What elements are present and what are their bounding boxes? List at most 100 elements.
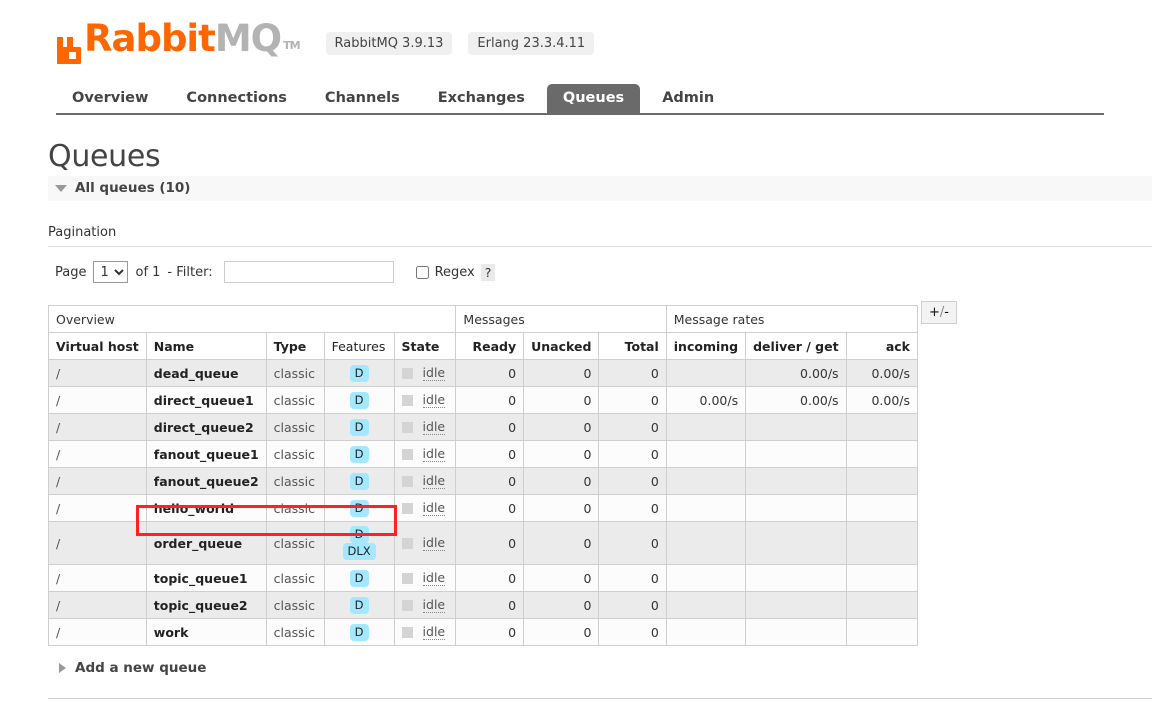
column-header-total[interactable]: Total — [598, 332, 667, 360]
state-square-icon — [401, 626, 413, 638]
queue-name-link[interactable]: direct_queue1 — [154, 393, 254, 408]
column-header-ready[interactable]: Ready — [455, 332, 525, 360]
cell-incoming — [665, 467, 747, 495]
column-header-state[interactable]: State — [393, 332, 457, 360]
cell-ready: 0 — [455, 521, 525, 565]
help-icon[interactable]: ? — [480, 263, 496, 281]
state-label: idle — [422, 623, 446, 640]
state-label: idle — [422, 364, 446, 381]
queue-name-link[interactable]: topic_queue2 — [154, 598, 248, 613]
pagination-controls: Page 1 of 1 - Filter: Regex ? — [55, 261, 1160, 283]
cell-deliver-get: 0.00/s — [745, 386, 847, 414]
state-square-icon — [401, 367, 413, 379]
queue-name-link[interactable]: work — [154, 625, 189, 640]
cell-queue-name[interactable]: work — [145, 618, 267, 646]
cell-queue-name[interactable]: fanout_queue1 — [145, 440, 267, 468]
queue-name-link[interactable]: order_queue — [154, 536, 242, 551]
tab-queues[interactable]: Queues — [546, 84, 641, 113]
state-indicator: idle — [401, 500, 449, 516]
page-label: Page — [55, 264, 87, 280]
table-row: / order_queue classic DDLX idle 0 0 0 — [48, 521, 919, 565]
column-header-deliver-get[interactable]: deliver / get — [745, 332, 847, 360]
cell-total: 0 — [598, 386, 667, 414]
cell-queue-name[interactable]: dead_queue — [145, 359, 267, 387]
main-navigation: Overview Connections Channels Exchanges Queu… — [56, 84, 1104, 115]
state-indicator: idle — [401, 364, 449, 381]
rabbitmq-management-page: RabbitMQ TM RabbitMQ 3.9.13 Erlang 23.3.4… — [0, 0, 1160, 710]
all-queues-section-header[interactable]: All queues (10) — [48, 176, 1152, 201]
cell-ready: 0 — [455, 494, 525, 522]
queue-name-link[interactable]: topic_queue1 — [154, 571, 248, 586]
state-label: idle — [422, 445, 446, 462]
filter-input[interactable] — [223, 261, 394, 283]
column-header-virtual-host[interactable]: Virtual host — [48, 332, 147, 360]
filter-label: - Filter: — [167, 264, 213, 280]
cell-unacked: 0 — [523, 440, 600, 468]
tab-connections[interactable]: Connections — [170, 84, 303, 113]
cell-unacked: 0 — [523, 521, 600, 565]
tab-exchanges[interactable]: Exchanges — [422, 84, 541, 113]
column-header-type[interactable]: Type — [265, 332, 325, 360]
group-header-overview: Overview — [47, 305, 457, 333]
cell-total: 0 — [598, 564, 667, 592]
state-label: idle — [422, 569, 446, 586]
cell-queue-name[interactable]: topic_queue1 — [145, 564, 267, 592]
queue-name-link[interactable]: fanout_queue2 — [154, 474, 259, 489]
feature-badge-d: D — [349, 391, 369, 409]
group-header-message-rates: Message rates — [665, 305, 919, 333]
chevron-down-icon[interactable] — [55, 184, 67, 192]
feature-badge-d: D — [349, 418, 369, 436]
cell-queue-name[interactable]: order_queue — [145, 521, 267, 565]
table-row: / work classic Didle 0 0 0 — [48, 618, 919, 646]
cell-ready: 0 — [455, 591, 525, 619]
cell-ack — [845, 618, 919, 646]
regex-checkbox[interactable] — [415, 265, 429, 279]
cell-state: idle — [393, 494, 457, 522]
cell-queue-name[interactable]: topic_queue2 — [145, 591, 267, 619]
queue-name-link[interactable]: dead_queue — [154, 366, 239, 381]
feature-badge-d: D — [349, 623, 369, 641]
cell-ack: 0.00/s — [845, 359, 919, 387]
cell-deliver-get — [745, 467, 847, 495]
tab-admin[interactable]: Admin — [646, 84, 730, 113]
queue-name-link[interactable]: hello_world — [154, 501, 234, 516]
column-header-features: Features — [323, 332, 395, 360]
tab-channels[interactable]: Channels — [309, 84, 416, 113]
cell-queue-type: classic — [265, 440, 325, 468]
state-indicator: idle — [401, 623, 449, 640]
page-select[interactable]: 1 — [93, 261, 129, 283]
cell-features: D — [323, 494, 395, 522]
state-square-icon — [401, 537, 413, 549]
queue-name-link[interactable]: direct_queue2 — [154, 420, 254, 435]
table-row: / direct_queue2 classic Didle 0 0 0 — [48, 413, 919, 441]
feature-badge-dlx: DLX — [342, 543, 376, 560]
cell-deliver-get — [745, 440, 847, 468]
cell-features: D — [323, 618, 395, 646]
toggle-columns-button[interactable]: +/- — [921, 301, 957, 324]
cell-queue-type: classic — [265, 618, 325, 646]
tab-overview[interactable]: Overview — [56, 84, 164, 113]
cell-queue-name[interactable]: direct_queue1 — [145, 386, 267, 414]
state-indicator: idle — [401, 534, 449, 551]
column-header-name[interactable]: Name — [145, 332, 267, 360]
rabbitmq-logo[interactable]: RabbitMQ TM — [56, 20, 301, 65]
column-header-incoming[interactable]: incoming — [665, 332, 747, 360]
cell-queue-name[interactable]: direct_queue2 — [145, 413, 267, 441]
state-label: idle — [422, 534, 446, 551]
feature-badge-d: D — [349, 499, 369, 517]
cell-queue-type: classic — [265, 359, 325, 387]
state-square-icon — [401, 475, 413, 487]
chevron-right-icon[interactable] — [59, 663, 66, 673]
queue-name-link[interactable]: fanout_queue1 — [154, 447, 259, 462]
cell-incoming — [665, 564, 747, 592]
column-header-unacked[interactable]: Unacked — [523, 332, 600, 360]
column-header-ack[interactable]: ack — [845, 332, 919, 360]
rabbitmq-version-badge: RabbitMQ 3.9.13 — [325, 32, 453, 55]
cell-features: D — [323, 467, 395, 495]
state-square-icon — [401, 448, 413, 460]
cell-queue-type: classic — [265, 591, 325, 619]
cell-incoming: 0.00/s — [665, 386, 747, 414]
cell-queue-name[interactable]: hello_world — [145, 494, 267, 522]
add-a-new-queue-section[interactable]: Add a new queue — [55, 660, 1160, 676]
cell-queue-name[interactable]: fanout_queue2 — [145, 467, 267, 495]
